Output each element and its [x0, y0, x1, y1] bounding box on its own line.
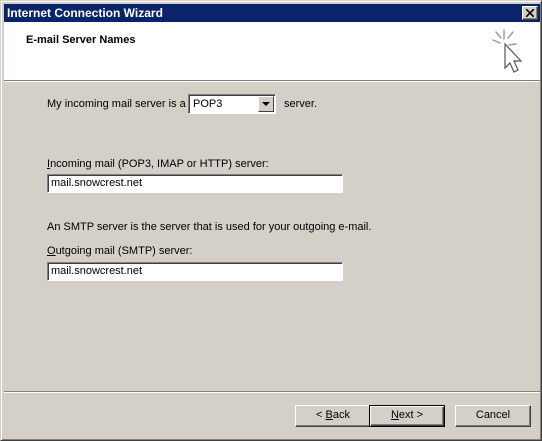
chevron-down-icon [262, 102, 270, 106]
incoming-type-suffix-label: server. [284, 98, 318, 110]
outgoing-server-label: Outgoing mail (SMTP) server: [47, 245, 193, 257]
incoming-server-type-select[interactable]: POP3 [188, 94, 276, 114]
outgoing-label-text: utgoing mail (SMTP) server: [55, 245, 193, 257]
smtp-note: An SMTP server is the server that is use… [47, 221, 372, 233]
wizard-window: Internet Connection Wizard E-mail Server… [0, 0, 542, 441]
footer-divider [4, 391, 540, 393]
next-button[interactable]: Next > [369, 405, 445, 427]
back-prefix: < [316, 409, 326, 421]
cursor-sparkle-icon [486, 26, 534, 76]
incoming-label-text: ncoming mail (POP3, IMAP or HTTP) server… [50, 158, 269, 170]
back-button[interactable]: < Back [295, 405, 371, 427]
incoming-server-label: Incoming mail (POP3, IMAP or HTTP) serve… [47, 158, 269, 170]
header-divider [4, 80, 540, 82]
outgoing-label-mnemonic: O [47, 245, 56, 257]
wizard-header: E-mail Server Names [4, 22, 540, 80]
back-mnemonic: B [325, 409, 333, 421]
outgoing-server-input[interactable]: mail.snowcrest.net [47, 262, 343, 281]
close-button[interactable] [522, 6, 538, 20]
next-label: ext > [398, 409, 424, 421]
incoming-server-input[interactable]: mail.snowcrest.net [47, 174, 343, 193]
close-icon [526, 9, 534, 17]
title-bar[interactable]: Internet Connection Wizard [4, 4, 540, 22]
incoming-type-prefix-label: My incoming mail server is a [47, 98, 186, 110]
page-title: E-mail Server Names [26, 34, 136, 46]
window-title: Internet Connection Wizard [7, 6, 163, 20]
dropdown-button[interactable] [258, 96, 274, 112]
back-label: ack [332, 409, 350, 421]
cancel-button[interactable]: Cancel [455, 405, 531, 427]
next-mnemonic: N [390, 409, 399, 421]
incoming-server-type-value: POP3 [193, 98, 223, 110]
